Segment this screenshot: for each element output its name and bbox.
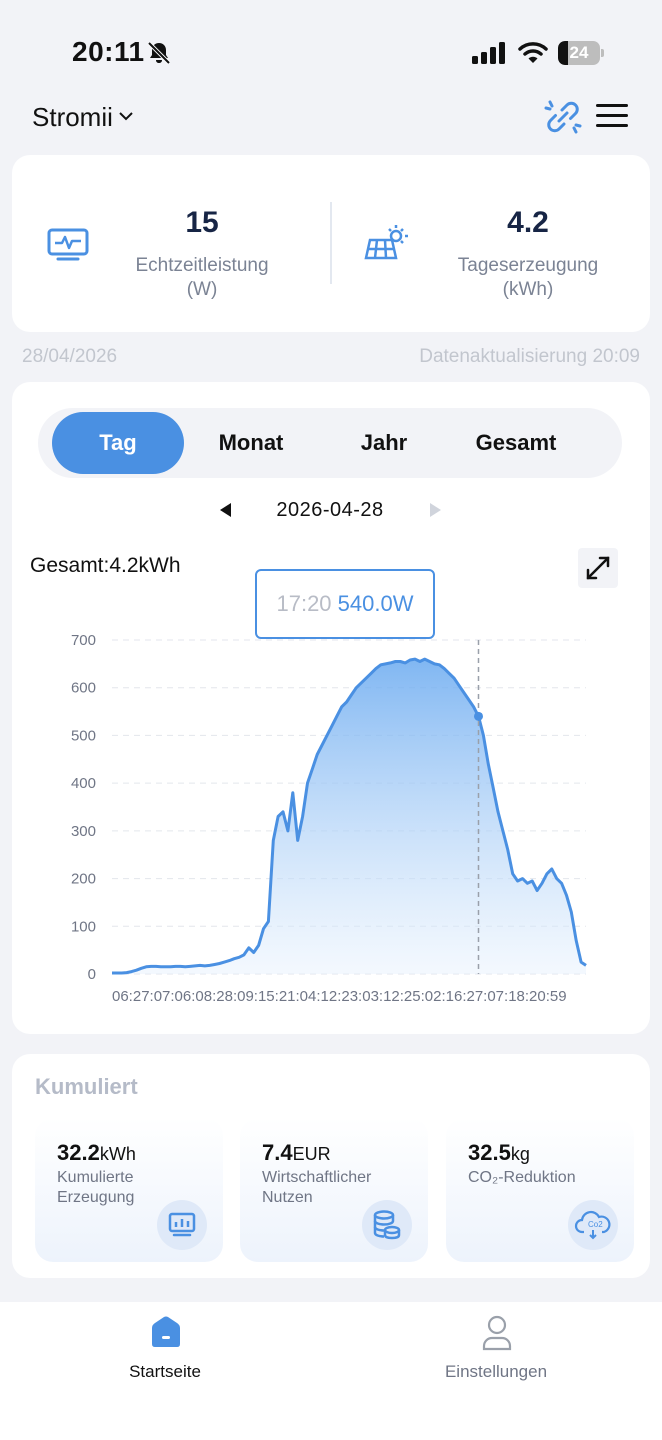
cumulative-title: Kumuliert xyxy=(35,1074,138,1099)
tab-day[interactable]: Tag xyxy=(52,412,184,474)
daily-value: 4.2 xyxy=(507,206,549,239)
tab-year[interactable]: Jahr xyxy=(318,412,450,474)
chart-monitor-icon xyxy=(157,1200,207,1250)
tab-home-label[interactable]: Startseite xyxy=(100,1362,230,1382)
signal-icon xyxy=(472,42,505,64)
tooltip-time: 17:20 xyxy=(276,591,332,616)
co2-reduction-label: CO₂-Reduktion xyxy=(468,1169,576,1186)
y-tick-label: 300 xyxy=(71,823,96,840)
update-time: Datenaktualisierung 20:09 xyxy=(419,346,640,367)
tab-month[interactable]: Monat xyxy=(185,412,317,474)
current-date: 28/04/2026 xyxy=(22,346,118,367)
hamburger-icon[interactable] xyxy=(596,102,628,130)
app-title[interactable]: Stromii xyxy=(32,102,113,133)
realtime-unit: (W) xyxy=(186,279,218,300)
chart-tooltip: 17:20 540.0W xyxy=(255,569,435,639)
tab-settings-label[interactable]: Einstellungen xyxy=(430,1362,562,1382)
realtime-label: Echtzeitleistung xyxy=(135,255,269,276)
economic-benefit-tile[interactable]: 7.4EUR Wirtschaftlicher Nutzen xyxy=(240,1118,428,1262)
chevron-down-icon[interactable] xyxy=(118,108,134,124)
cloud-co2-icon: Co2 xyxy=(568,1200,618,1250)
cumulative-generation-value: 32.2 xyxy=(57,1140,100,1165)
status-time: 20:11 xyxy=(72,36,145,67)
user-icon[interactable] xyxy=(481,1314,513,1352)
highlight-point xyxy=(473,711,483,721)
daily-label: Tageserzeugung xyxy=(457,255,599,276)
y-tick-label: 100 xyxy=(71,918,96,935)
prev-date-icon[interactable] xyxy=(220,503,231,517)
realtime-value: 15 xyxy=(185,206,219,239)
svg-text:Co2: Co2 xyxy=(588,1220,603,1229)
solar-panel-icon xyxy=(364,225,408,260)
co2-reduction-unit: kg xyxy=(510,1144,530,1164)
economic-benefit-unit: EUR xyxy=(292,1144,331,1164)
cumulative-generation-label-2: Erzeugung xyxy=(57,1189,135,1206)
daily-unit: (kWh) xyxy=(502,279,554,300)
economic-benefit-label-2: Nutzen xyxy=(262,1189,313,1206)
economic-benefit-label: Wirtschaftlicher xyxy=(262,1169,372,1186)
y-tick-label: 0 xyxy=(88,966,96,983)
divider xyxy=(330,202,332,284)
next-date-icon[interactable] xyxy=(430,503,441,517)
chart-date: 2026-04-28 xyxy=(276,499,384,521)
y-tick-label: 500 xyxy=(71,727,96,744)
y-tick-label: 600 xyxy=(71,680,96,697)
cumulative-generation-unit: kWh xyxy=(99,1144,136,1164)
home-icon[interactable] xyxy=(148,1314,184,1350)
economic-benefit-value: 7.4 xyxy=(262,1140,293,1165)
y-tick-label: 400 xyxy=(71,775,96,792)
monitor-pulse-icon xyxy=(47,228,89,261)
tab-total[interactable]: Gesamt xyxy=(450,412,582,474)
wifi-icon xyxy=(518,42,548,63)
x-axis-labels: 06:27:07:06:08:28:09:15:21:04:12:23:03:1… xyxy=(112,988,567,1005)
tooltip-value: 540.0W xyxy=(337,591,414,616)
co2-reduction-value: 32.5 xyxy=(468,1140,511,1165)
cumulative-generation-tile[interactable]: 32.2kWh Kumulierte Erzeugung xyxy=(35,1118,223,1262)
coins-icon xyxy=(362,1200,412,1250)
co2-reduction-tile[interactable]: 32.5kg CO₂-Reduktion Co2 xyxy=(446,1118,634,1262)
y-tick-label: 200 xyxy=(71,871,96,888)
battery-indicator: 24 xyxy=(558,41,604,65)
unlink-icon[interactable] xyxy=(544,98,582,136)
bell-slash-icon xyxy=(147,41,171,65)
cumulative-generation-label: Kumulierte xyxy=(57,1169,134,1186)
y-tick-label: 700 xyxy=(71,632,96,649)
